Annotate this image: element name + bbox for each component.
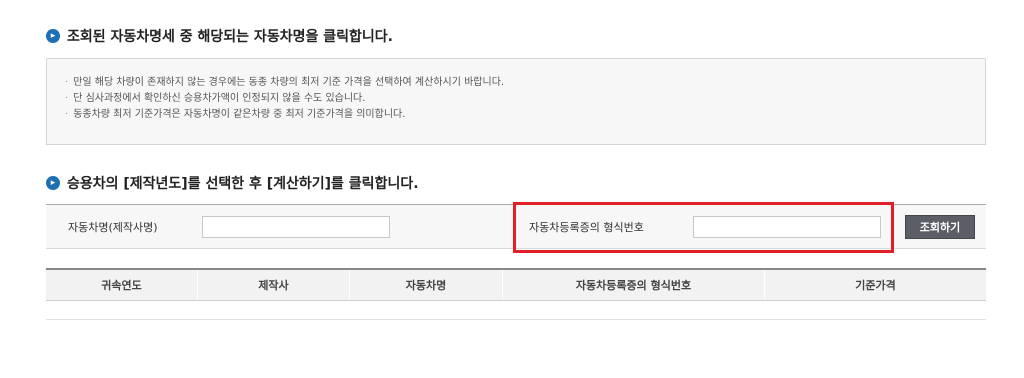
result-table: 귀속연도 제작사 자동차명 자동차등록증의 형식번호 기준가격 <box>46 268 986 320</box>
notice-line: 단 심사과정에서 확인하신 승용차가액이 인정되지 않을 수도 있습니다. <box>65 91 985 107</box>
notice-line: 동종차량 최저 기준가격은 자동차명이 같은차량 중 최저 기준가격을 의미합니… <box>65 107 985 123</box>
vehicle-name-input[interactable] <box>202 216 390 238</box>
column-header-base-price: 기준가격 <box>855 279 896 292</box>
highlight-annotation <box>513 202 894 253</box>
section-title-select-year: ▸ 승용차의 [제작년도]를 선택한 후 [계산하기]를 클릭합니다. <box>46 173 419 193</box>
vehicle-name-label: 자동차명(제작사명) <box>68 221 158 234</box>
circle-arrow-right-icon: ▸ <box>46 176 60 190</box>
table-empty-row <box>46 301 986 320</box>
search-button[interactable]: 조회하기 <box>905 215 975 239</box>
column-header-manufacturer: 제작사 <box>198 270 350 300</box>
column-header-registration-type: 자동차등록증의 형식번호 <box>503 270 765 300</box>
table-header: 귀속연도 제작사 자동차명 자동차등록증의 형식번호 기준가격 <box>46 268 986 301</box>
column-header-year: 귀속연도 <box>46 270 198 300</box>
section-title-text: 조회된 자동차명세 중 해당되는 자동차명을 클릭합니다. <box>67 29 393 45</box>
section-title-text: 승용차의 [제작년도]를 선택한 후 [계산하기]를 클릭합니다. <box>67 176 419 192</box>
column-header-vehicle-name: 자동차명 <box>350 270 503 300</box>
section-title-select-vehicle: ▸ 조회된 자동차명세 중 해당되는 자동차명을 클릭합니다. <box>46 26 393 46</box>
circle-arrow-right-icon: ▸ <box>46 29 60 43</box>
notice-box: 만일 해당 차량이 존재하지 않는 경우에는 동종 차량의 최저 기준 가격을 … <box>46 58 986 145</box>
notice-line: 만일 해당 차량이 존재하지 않는 경우에는 동종 차량의 최저 기준 가격을 … <box>65 75 985 91</box>
